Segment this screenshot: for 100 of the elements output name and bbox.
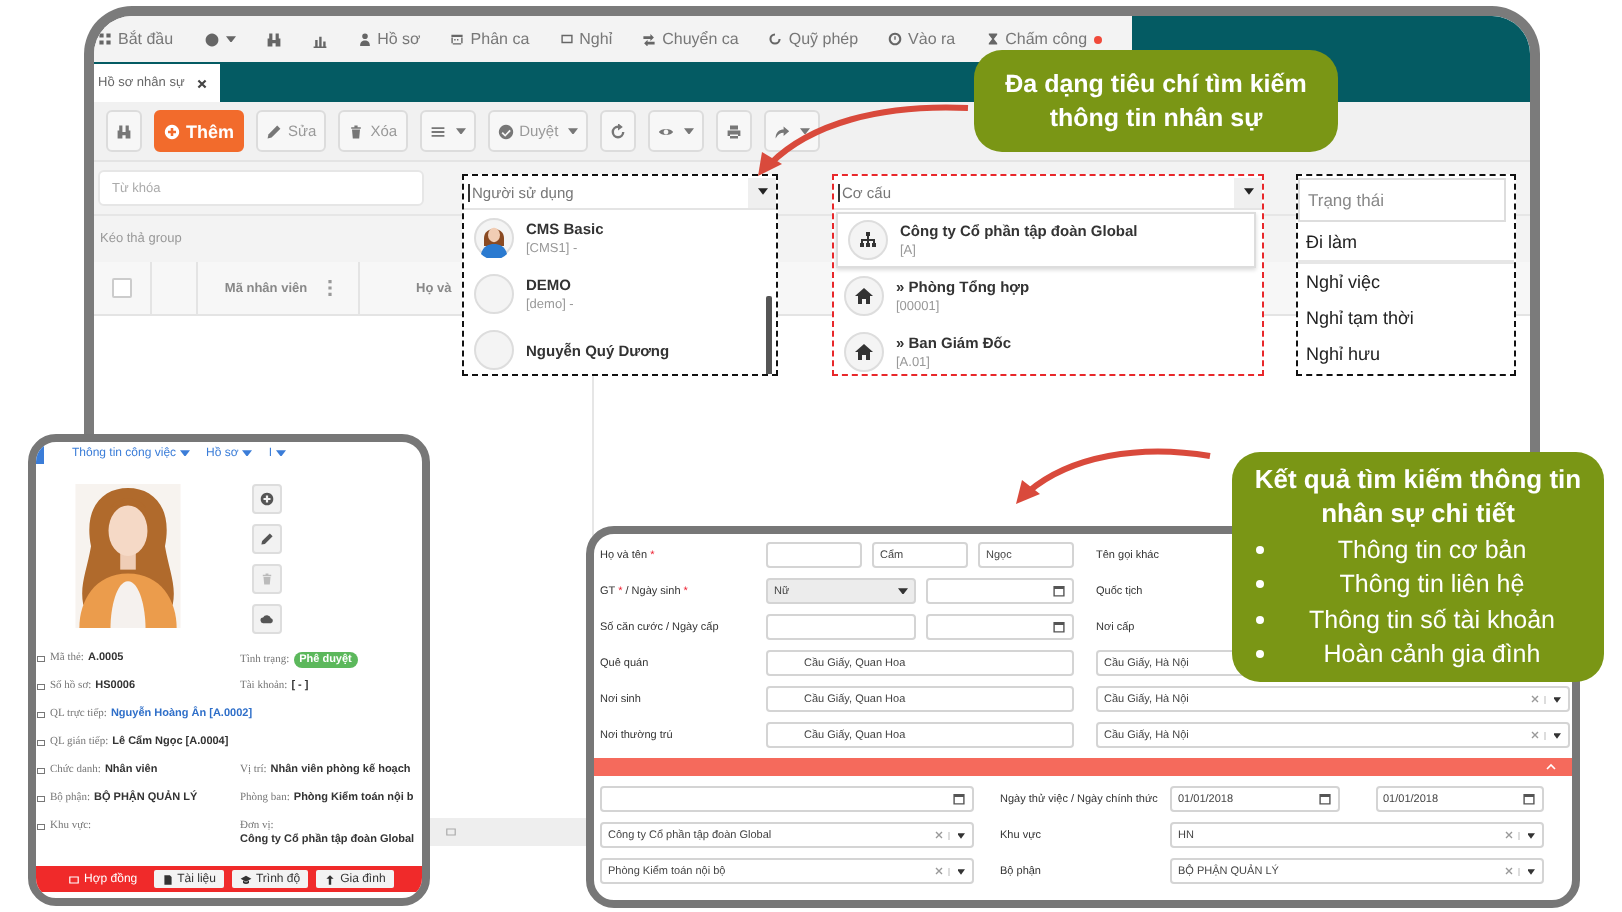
clear-icon[interactable] <box>1530 730 1540 740</box>
caret-icon <box>684 127 695 135</box>
checkbox[interactable] <box>112 278 132 298</box>
caret-icon <box>225 35 236 43</box>
caret-icon <box>275 449 286 457</box>
field-icon <box>36 681 46 691</box>
chart-icon <box>311 31 328 47</box>
id-card-icon <box>68 873 80 885</box>
document-icon <box>161 873 174 885</box>
check-icon <box>497 123 514 139</box>
cloud-button[interactable] <box>252 604 282 634</box>
menu-item[interactable]: Nghỉ <box>559 30 613 48</box>
date-field[interactable] <box>925 578 1074 604</box>
status-option[interactable]: Nghỉ tạm thời <box>1298 300 1514 336</box>
field-icon <box>36 709 46 719</box>
graduation-cap-icon <box>239 873 252 885</box>
calendar-icon[interactable] <box>1317 792 1331 806</box>
calendar-icon[interactable] <box>1052 620 1066 634</box>
cycle-icon <box>768 32 783 46</box>
scrollbar[interactable] <box>766 296 772 374</box>
clear-icon[interactable] <box>1504 866 1514 876</box>
tab-marker <box>36 442 44 464</box>
menu-item[interactable]: Bắt đầu <box>98 30 174 48</box>
bullet-text: Thông tin số tài khoản <box>1307 605 1557 634</box>
bullet-text: Hoàn cảnh gia đình <box>1321 640 1543 669</box>
icon-button[interactable] <box>600 110 637 152</box>
caret-icon <box>242 449 253 457</box>
bullet-dot <box>1256 580 1264 589</box>
printer-icon <box>726 123 743 139</box>
refresh-icon <box>610 123 627 139</box>
bullet-dot <box>1256 615 1264 624</box>
caret-icon <box>800 127 811 135</box>
calendar-icon[interactable] <box>952 792 966 806</box>
person-icon <box>357 32 372 46</box>
callout-text: Đa dạng tiêu chí tìm kiếm thông tin nhân sự <box>1003 67 1309 135</box>
caret-icon <box>897 587 907 595</box>
dropdown-button[interactable] <box>419 110 476 152</box>
caret-icon <box>1243 188 1253 196</box>
share-icon <box>774 123 791 139</box>
icon-button[interactable] <box>716 110 753 152</box>
menu-item[interactable]: Quỹ phép <box>768 30 859 48</box>
callout-title: Kết quả tìm kiếm thông tin nhân sự chi tiết <box>1252 462 1584 530</box>
caret-icon <box>455 127 466 135</box>
pencil-icon <box>260 532 274 546</box>
bullet-dot <box>1256 650 1264 659</box>
caret-icon <box>757 188 767 196</box>
calendar-icon <box>450 32 465 46</box>
bullet-dot <box>1256 545 1264 554</box>
binoculars-icon <box>265 31 282 47</box>
menu-icon-button[interactable] <box>311 31 328 47</box>
status-option[interactable]: Nghỉ hưu <box>1298 336 1514 372</box>
text-field[interactable] <box>766 542 862 568</box>
arrow-icon <box>324 873 337 885</box>
field-icon <box>36 821 46 831</box>
plus-icon <box>164 123 180 139</box>
add-icon <box>260 492 274 506</box>
app-icon <box>98 32 112 46</box>
clear-icon[interactable] <box>934 830 944 840</box>
calendar-icon[interactable] <box>1522 792 1536 806</box>
chevron-up-icon[interactable] <box>1546 762 1556 772</box>
binoculars-icon <box>116 123 132 139</box>
menu-dropdown[interactable] <box>203 31 236 47</box>
field-icon <box>36 653 46 663</box>
clear-icon[interactable] <box>934 866 944 876</box>
date-field[interactable] <box>600 786 974 812</box>
pencil-icon <box>266 123 283 139</box>
menu-item[interactable]: Hồ sơ <box>357 30 421 48</box>
trash-icon <box>260 572 274 586</box>
menu-icon-button[interactable] <box>265 31 282 47</box>
pencil-button[interactable] <box>252 524 282 554</box>
cloud-icon <box>260 612 274 626</box>
field-icon <box>36 765 46 775</box>
text-field[interactable] <box>766 614 915 640</box>
caret-icon <box>180 449 191 457</box>
menu-icon <box>429 123 446 139</box>
menu-item[interactable]: Phân ca <box>450 30 530 48</box>
dropdown-button[interactable] <box>648 110 705 152</box>
status-select[interactable]: Trạng thái <box>1298 178 1506 222</box>
menu-item[interactable]: Vào ra <box>888 30 956 48</box>
field-icon <box>36 737 46 747</box>
calendar-icon[interactable] <box>1052 584 1066 598</box>
kebab-icon[interactable] <box>327 280 332 296</box>
field-icon <box>36 793 46 803</box>
clear-icon[interactable] <box>1530 694 1540 704</box>
globe-icon <box>203 31 220 47</box>
trash-icon <box>348 123 365 139</box>
date-field[interactable] <box>925 614 1074 640</box>
close-icon[interactable] <box>196 77 209 89</box>
menu-item[interactable]: Chuyển ca <box>642 30 739 48</box>
bullet-text: Thông tin cơ bản <box>1335 535 1529 564</box>
caret-icon <box>568 127 579 135</box>
eye-icon <box>658 123 675 139</box>
clear-icon[interactable] <box>1504 830 1514 840</box>
status-option[interactable]: Nghỉ việc <box>1298 264 1514 300</box>
swap-icon <box>642 32 657 46</box>
menu-item[interactable]: Chấm công <box>985 30 1102 48</box>
icon-button[interactable] <box>106 110 142 152</box>
id-card-icon <box>559 32 574 46</box>
add-button[interactable] <box>252 484 282 514</box>
status-option[interactable]: Đi làm <box>1298 224 1514 264</box>
